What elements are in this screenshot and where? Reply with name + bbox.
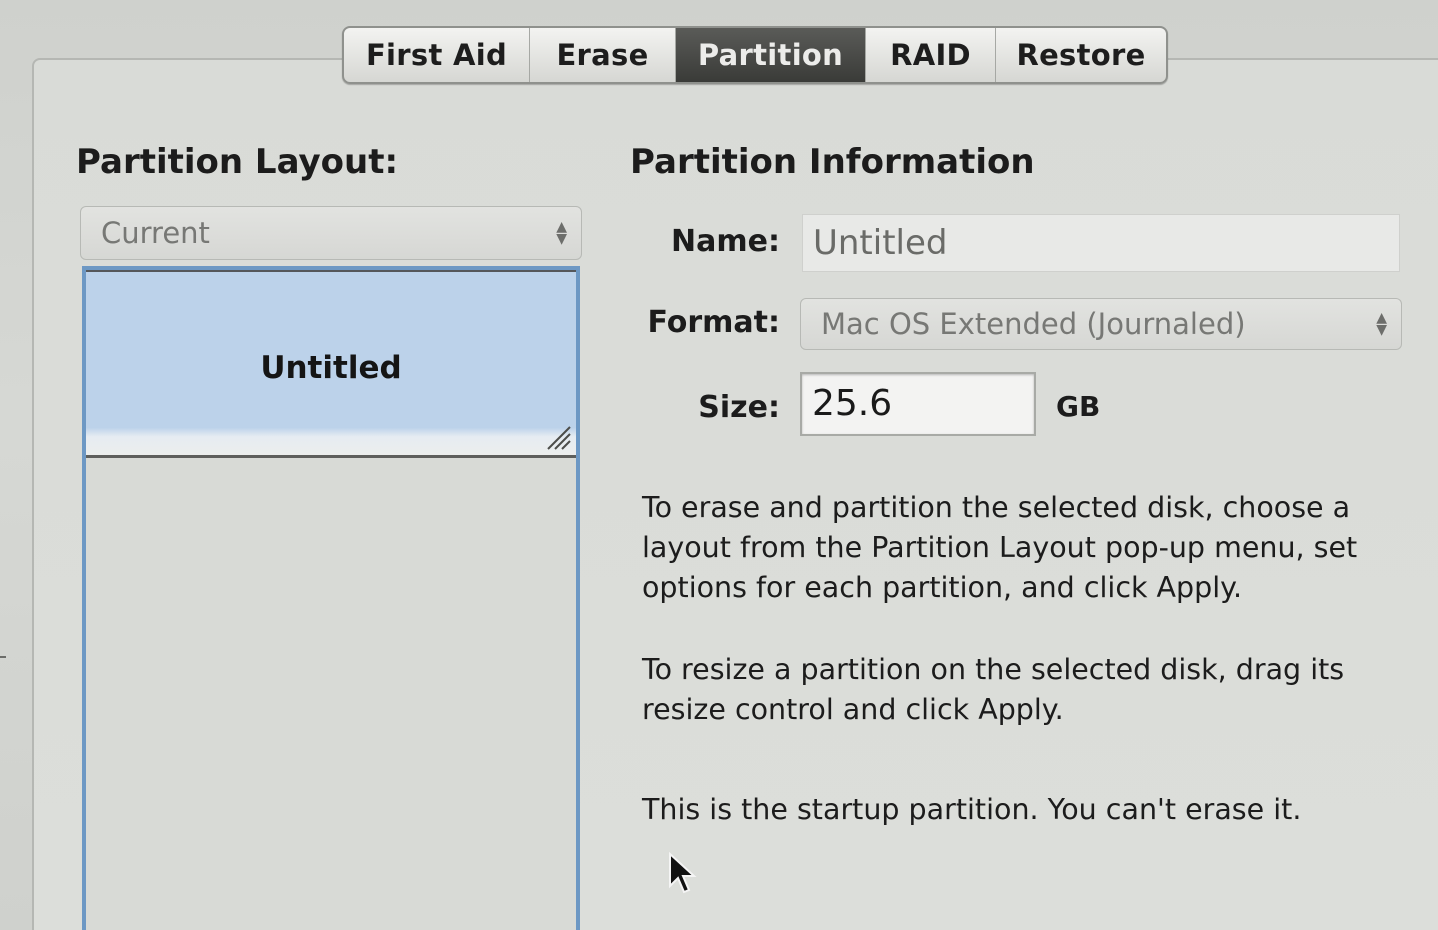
- tab-erase[interactable]: Erase: [530, 28, 676, 82]
- partition-information-title: Partition Information: [630, 142, 1035, 182]
- popup-arrows-icon: ▲ ▼: [1376, 310, 1387, 338]
- partition-layout-popup-value: Current: [101, 216, 210, 250]
- format-popup-value: Mac OS Extended (Journaled): [821, 307, 1246, 341]
- disk-utility-partition-pane: First Aid Erase Partition RAID Restore P…: [0, 0, 1438, 930]
- partition-layout-diagram: Untitled: [82, 266, 580, 930]
- tab-partition[interactable]: Partition: [676, 28, 866, 82]
- format-popup[interactable]: Mac OS Extended (Journaled) ▲ ▼: [800, 298, 1402, 350]
- size-unit: GB: [1056, 390, 1101, 423]
- partition-layout-title: Partition Layout:: [76, 142, 399, 182]
- format-label: Format:: [647, 305, 780, 340]
- popup-arrows-icon: ▲ ▼: [556, 219, 567, 247]
- resize-handle-icon[interactable]: [542, 421, 572, 451]
- partition-block-untitled[interactable]: Untitled: [86, 270, 576, 458]
- size-label: Size:: [698, 390, 780, 425]
- tab-restore[interactable]: Restore: [996, 28, 1166, 82]
- tab-first-aid[interactable]: First Aid: [344, 28, 530, 82]
- name-field[interactable]: Untitled: [802, 214, 1400, 272]
- mouse-pointer-icon: [669, 852, 697, 894]
- tab-bar: First Aid Erase Partition RAID Restore: [342, 26, 1168, 84]
- tab-raid[interactable]: RAID: [866, 28, 996, 82]
- name-label: Name:: [671, 224, 780, 259]
- window-edge-mark: [0, 656, 6, 658]
- startup-partition-note: This is the startup partition. You can't…: [642, 793, 1302, 826]
- instructions-resize: To resize a partition on the selected di…: [642, 653, 1345, 726]
- instructions-partition: To erase and partition the selected disk…: [642, 491, 1358, 604]
- partition-layout-popup[interactable]: Current ▲ ▼: [80, 206, 582, 260]
- partition-block-label: Untitled: [260, 350, 402, 386]
- size-field[interactable]: 25.6: [800, 372, 1036, 436]
